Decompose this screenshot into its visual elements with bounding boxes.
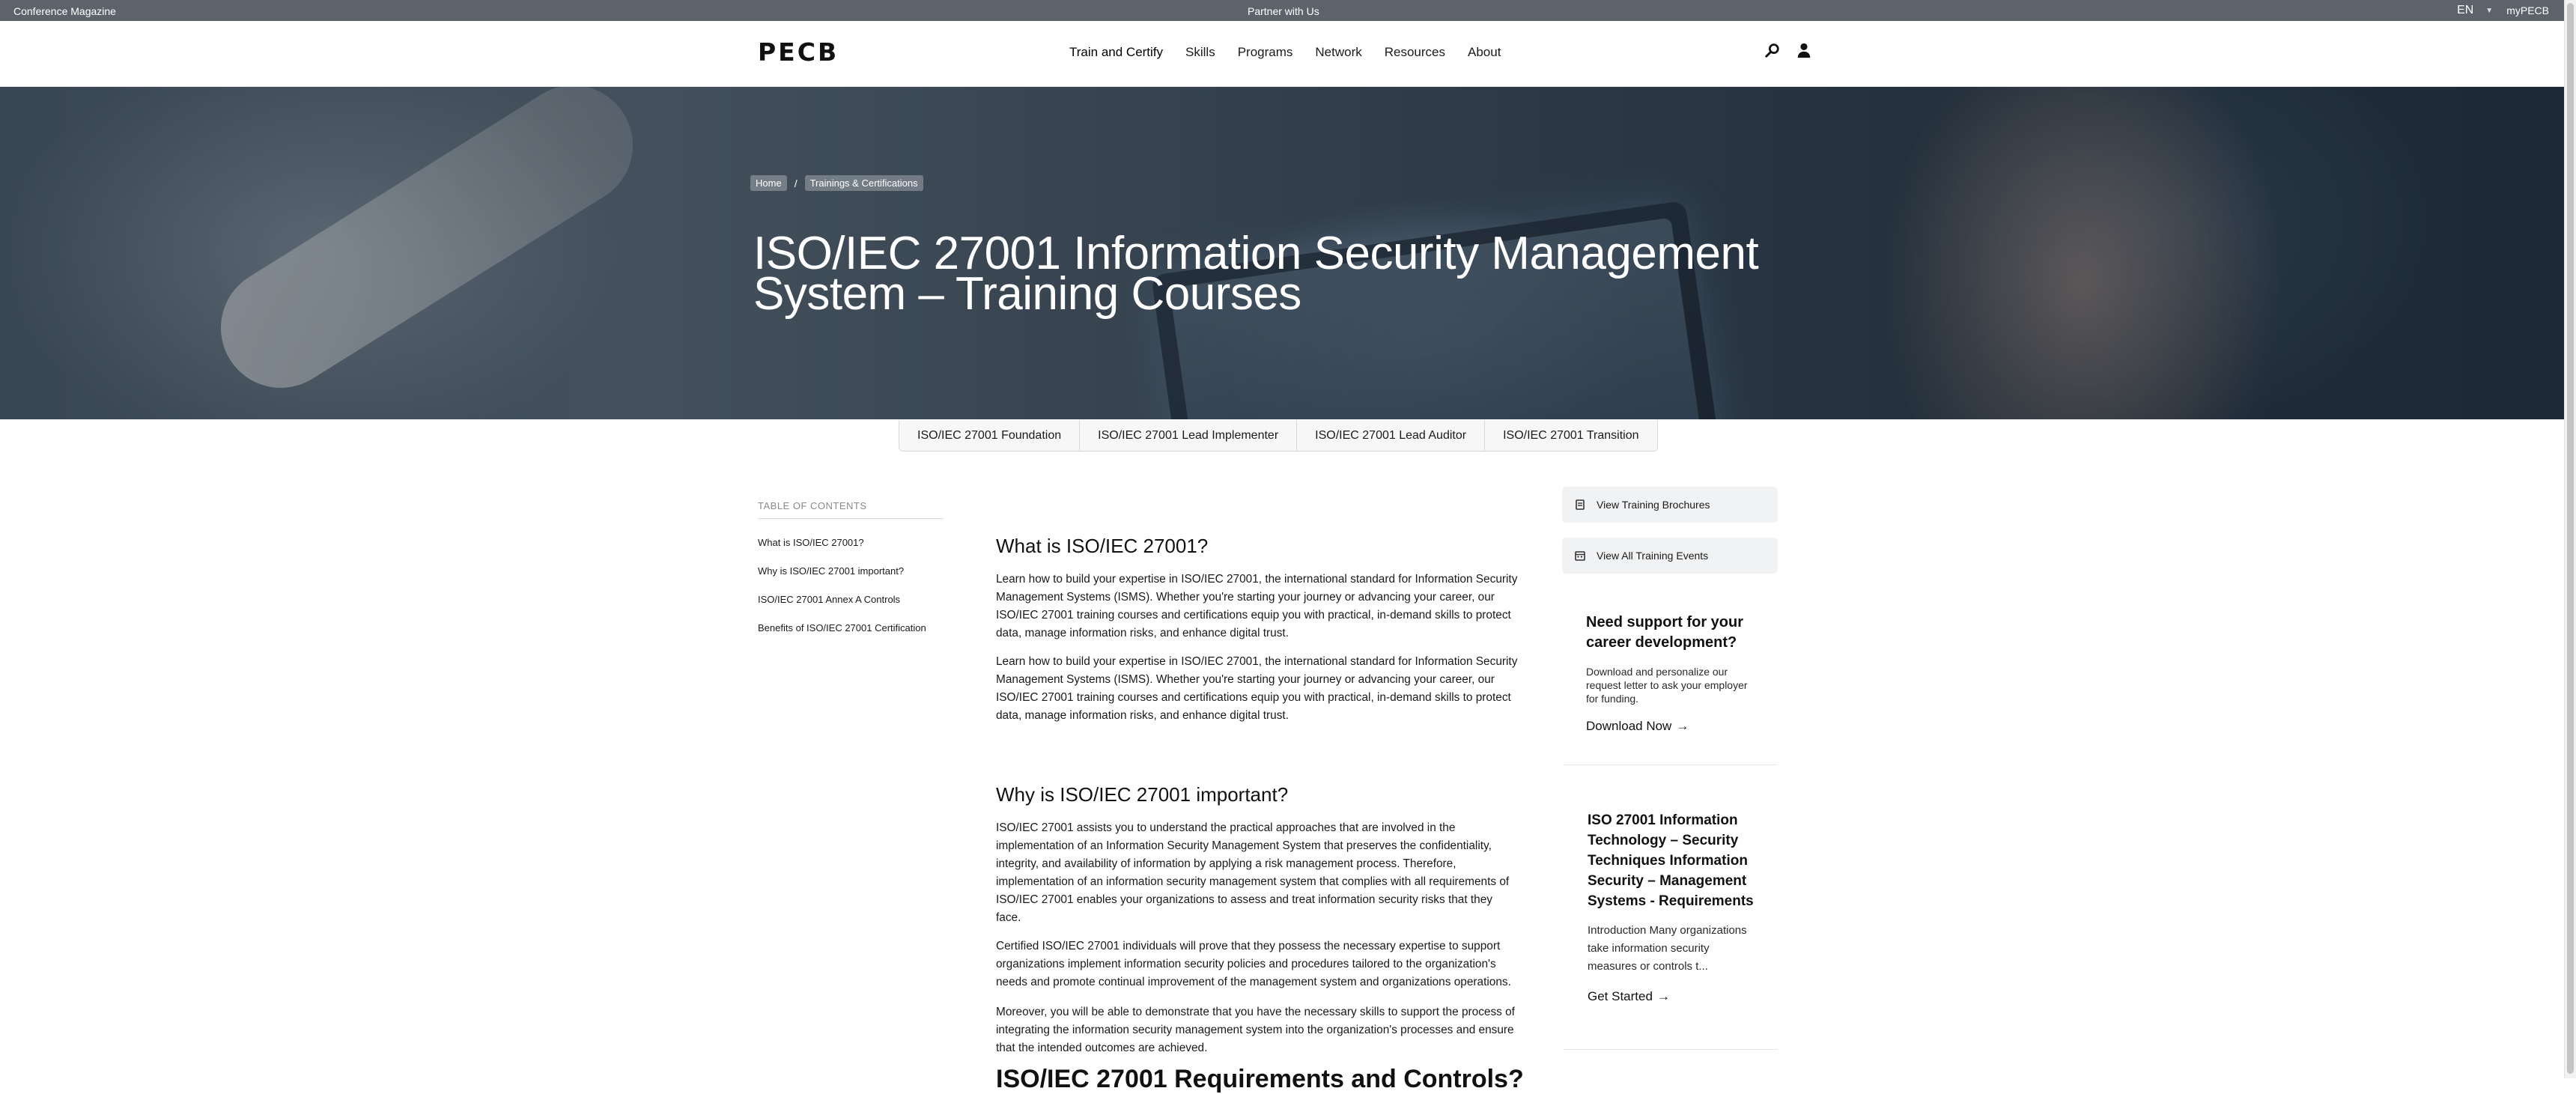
nav-network[interactable]: Network <box>1315 45 1361 60</box>
what-heading: What is ISO/IEC 27001? <box>996 535 1209 557</box>
support-card-title: Need support for your career development… <box>1586 614 1744 651</box>
main-nav: Train and Certify Skills Programs Networ… <box>1069 45 1523 60</box>
requirements-heading: ISO/IEC 27001 Requirements and Controls? <box>996 1065 1524 1093</box>
scrollbar-thumb[interactable] <box>2567 3 2574 1074</box>
nav-about[interactable]: About <box>1468 45 1501 60</box>
chevron-down-icon: ▼ <box>2485 6 2494 15</box>
search-icon[interactable] <box>1764 42 1781 62</box>
download-now-link[interactable]: Download Now → <box>1586 719 1755 734</box>
breadcrumb-trainings[interactable]: Trainings & Certifications <box>804 175 923 191</box>
view-brochures-button[interactable]: View Training Brochures <box>1562 487 1778 523</box>
toc-item-benefits[interactable]: Benefits of ISO/IEC 27001 Certification <box>758 622 944 633</box>
view-events-button[interactable]: View All Training Events <box>1562 538 1778 574</box>
page-scrollbar[interactable] <box>2564 0 2576 1078</box>
nav-train-and-certify[interactable]: Train and Certify <box>1069 45 1163 60</box>
tab-foundation[interactable]: ISO/IEC 27001 Foundation <box>899 420 1081 452</box>
get-started-link[interactable]: Get Started → <box>1588 989 1755 1004</box>
why-paragraph-3: Moreover, you will be able to demonstrat… <box>996 1006 1515 1054</box>
nav-programs[interactable]: Programs <box>1238 45 1293 60</box>
breadcrumb-home[interactable]: Home <box>750 175 787 191</box>
standard-card-text: Introduction Many organizations take inf… <box>1588 924 1747 973</box>
get-started-label: Get Started <box>1588 989 1653 1003</box>
standard-card: ISO 27001 Information Technology – Secur… <box>1564 810 1778 1050</box>
why-paragraph-2: Certified ISO/IEC 27001 individuals will… <box>996 940 1511 988</box>
brochure-icon <box>1576 499 1585 510</box>
mypecb-link[interactable]: myPECB <box>2506 4 2549 16</box>
utility-bar: Conference Magazine Partner with Us EN ▼… <box>0 0 2564 21</box>
support-card: Need support for your career development… <box>1564 613 1778 765</box>
language-selector[interactable]: EN ▼ <box>2457 4 2493 17</box>
support-card-text: Download and personalize our request let… <box>1586 666 1748 705</box>
language-code: EN <box>2457 4 2474 16</box>
tab-transition[interactable]: ISO/IEC 27001 Transition <box>1484 420 1658 452</box>
what-paragraph-1: Learn how to build your expertise in ISO… <box>996 573 1518 639</box>
what-paragraph-2: Learn how to build your expertise in ISO… <box>996 655 1518 722</box>
toc-title: TABLE OF CONTENTS <box>758 500 944 519</box>
tab-lead-auditor[interactable]: ISO/IEC 27001 Lead Auditor <box>1296 420 1486 452</box>
standard-card-title: ISO 27001 Information Technology – Secur… <box>1588 812 1754 909</box>
toc-item-annex-a[interactable]: ISO/IEC 27001 Annex A Controls <box>758 594 944 605</box>
toc-item-what[interactable]: What is ISO/IEC 27001? <box>758 537 944 548</box>
course-tabs: ISO/IEC 27001 Foundation ISO/IEC 27001 L… <box>899 420 1658 452</box>
why-paragraph-1: ISO/IEC 27001 assists you to understand … <box>996 821 1510 924</box>
download-now-label: Download Now <box>1586 719 1672 733</box>
table-of-contents: TABLE OF CONTENTS What is ISO/IEC 27001?… <box>758 500 944 633</box>
user-icon[interactable] <box>1796 42 1812 62</box>
breadcrumb-separator: / <box>794 177 798 189</box>
page-title: ISO/IEC 27001 Information Security Manag… <box>753 227 1759 320</box>
toc-item-why[interactable]: Why is ISO/IEC 27001 important? <box>758 565 944 577</box>
nav-skills[interactable]: Skills <box>1185 45 1215 60</box>
header-icons <box>1764 42 1812 62</box>
tab-lead-implementer[interactable]: ISO/IEC 27001 Lead Implementer <box>1079 420 1298 452</box>
pecb-logo[interactable]: PECB <box>758 37 839 67</box>
partner-link[interactable]: Partner with Us <box>1248 5 1319 17</box>
utility-right: EN ▼ myPECB <box>2457 4 2549 17</box>
why-heading: Why is ISO/IEC 27001 important? <box>996 783 1289 806</box>
view-events-label: View All Training Events <box>1597 550 1709 562</box>
arrow-right-icon: → <box>1676 719 1689 733</box>
breadcrumb: Home / Trainings & Certifications <box>750 175 923 191</box>
nav-resources[interactable]: Resources <box>1385 45 1445 60</box>
calendar-icon <box>1575 551 1585 561</box>
main-header: PECB Train and Certify Skills Programs N… <box>0 21 2564 87</box>
view-brochures-label: View Training Brochures <box>1597 499 1710 511</box>
conference-magazine-link[interactable]: Conference Magazine <box>13 5 116 17</box>
arrow-right-icon: → <box>1656 989 1670 1003</box>
